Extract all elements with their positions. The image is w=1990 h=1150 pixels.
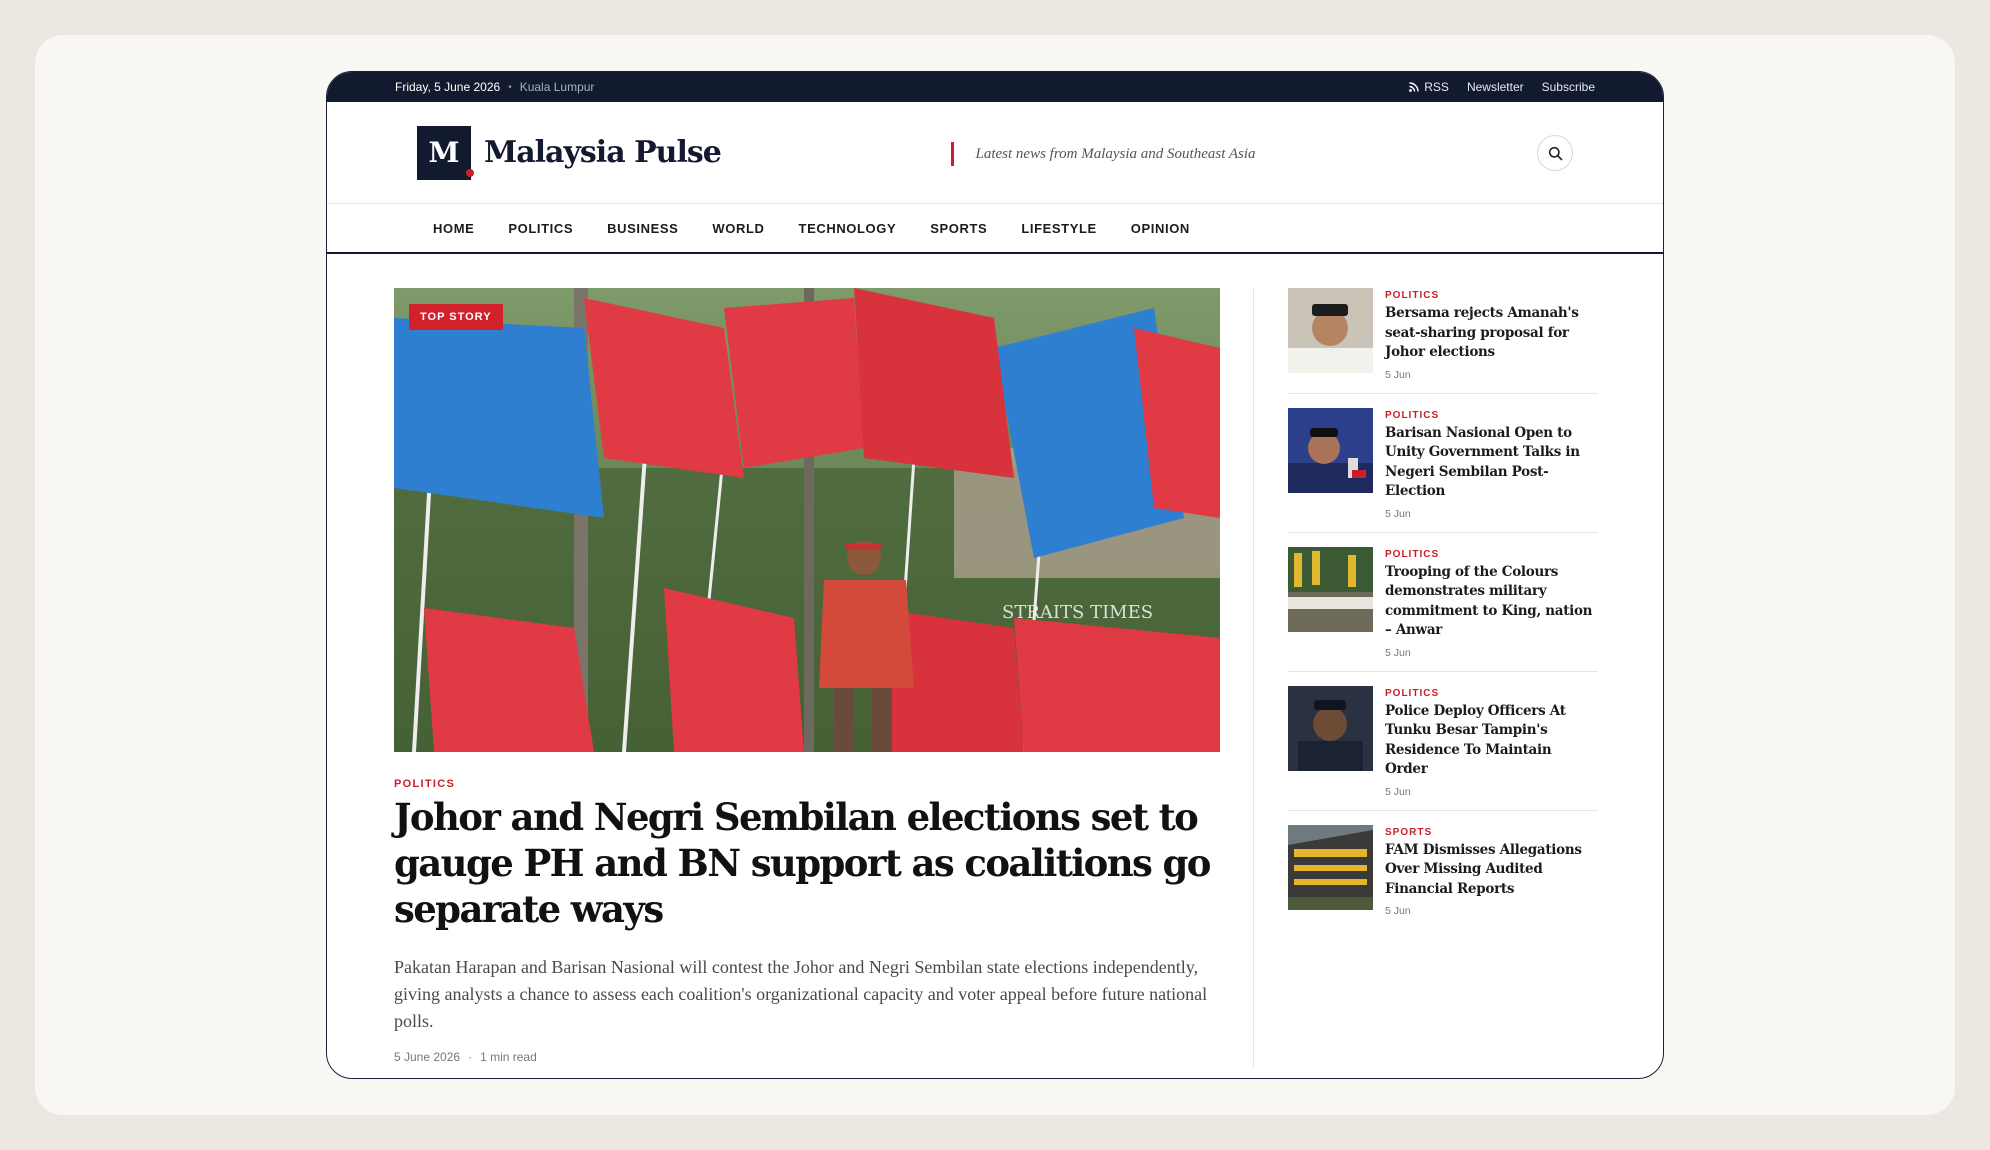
- tagline-accent-bar: [951, 142, 954, 166]
- current-date: Friday, 5 June 2026: [395, 80, 501, 94]
- brand-name[interactable]: Malaysia Pulse: [484, 135, 722, 170]
- photo-watermark: STRAITS TIMES: [1002, 602, 1153, 623]
- list-item[interactable]: SPORTS FAM Dismisses Allegations Over Mi…: [1288, 824, 1598, 930]
- subscribe-link[interactable]: Subscribe: [1542, 80, 1595, 94]
- nav-technology[interactable]: TECHNOLOGY: [799, 221, 897, 236]
- article-date: 5 Jun: [1385, 646, 1411, 659]
- tagline-text: Latest news from Malaysia and Southeast …: [975, 145, 1256, 162]
- article-date: 5 Jun: [1385, 507, 1411, 520]
- nav-business[interactable]: BUSINESS: [607, 221, 678, 236]
- article-title[interactable]: Police Deploy Officers At Tunku Besar Ta…: [1385, 702, 1598, 780]
- nav-lifestyle[interactable]: LIFESTYLE: [1021, 221, 1096, 236]
- search-button[interactable]: [1537, 135, 1573, 171]
- logo-mark[interactable]: M: [417, 125, 474, 180]
- hero-headline[interactable]: Johor and Negri Sembilan elections set t…: [394, 794, 1234, 932]
- rss-link[interactable]: RSS: [1409, 80, 1449, 94]
- sidebar-news-list: POLITICS Bersama rejects Amanah's seat-s…: [1288, 288, 1598, 943]
- masthead: M Malaysia Pulse Latest news from Malays…: [327, 102, 1663, 204]
- article-category: POLITICS: [1385, 409, 1440, 421]
- article-title[interactable]: Trooping of the Colours demonstrates mil…: [1385, 563, 1598, 641]
- article-category: SPORTS: [1385, 826, 1433, 838]
- hero-photo-flags: STRAITS TIMES: [394, 288, 1220, 752]
- meta-separator: ·: [468, 1050, 473, 1064]
- browser-frame: Friday, 5 June 2026 • Kuala Lumpur RSS N…: [326, 71, 1664, 1079]
- article-date: 5 Jun: [1385, 785, 1411, 798]
- hero-read-time: 1 min read: [480, 1050, 537, 1064]
- article-category: POLITICS: [1385, 548, 1440, 560]
- column-divider: [1253, 288, 1254, 1068]
- article-category: POLITICS: [1385, 290, 1440, 301]
- rss-label: RSS: [1424, 80, 1449, 94]
- newsletter-link[interactable]: Newsletter: [1467, 80, 1524, 94]
- article-thumbnail: [1288, 824, 1373, 910]
- logo-red-dot: [466, 168, 474, 177]
- logo-letter: M: [428, 136, 460, 169]
- main-nav: HOME POLITICS BUSINESS WORLD TECHNOLOGY …: [327, 204, 1663, 254]
- hero-category[interactable]: POLITICS: [394, 778, 455, 790]
- article-thumbnail: [1288, 407, 1373, 493]
- hero-date: 5 June 2026: [394, 1050, 461, 1064]
- rss-icon: [1409, 82, 1419, 92]
- tagline: Latest news from Malaysia and Southeast …: [951, 142, 1256, 166]
- top-story-badge: TOP STORY: [409, 304, 503, 330]
- separator-dot: •: [508, 81, 512, 93]
- list-item[interactable]: POLITICS Bersama rejects Amanah's seat-s…: [1288, 288, 1598, 394]
- article-date: 5 Jun: [1385, 368, 1411, 381]
- hero-meta: 5 June 2026 · 1 min read: [394, 1050, 537, 1064]
- location-label: Kuala Lumpur: [519, 80, 595, 94]
- nav-world[interactable]: WORLD: [712, 221, 764, 236]
- article-category: POLITICS: [1385, 687, 1440, 699]
- search-icon: [1548, 146, 1562, 160]
- nav-home[interactable]: HOME: [433, 221, 474, 236]
- nav-politics[interactable]: POLITICS: [508, 221, 573, 236]
- article-title[interactable]: Barisan Nasional Open to Unity Governmen…: [1385, 424, 1598, 502]
- article-thumbnail: [1288, 546, 1373, 632]
- article-thumbnail: [1288, 288, 1373, 373]
- nav-sports[interactable]: SPORTS: [930, 221, 987, 236]
- list-item[interactable]: POLITICS Trooping of the Colours demonst…: [1288, 546, 1598, 672]
- top-bar: Friday, 5 June 2026 • Kuala Lumpur RSS N…: [327, 72, 1663, 102]
- article-thumbnail: [1288, 685, 1373, 771]
- list-item[interactable]: POLITICS Police Deploy Officers At Tunku…: [1288, 685, 1598, 811]
- hero-image[interactable]: STRAITS TIMES TOP STORY: [394, 288, 1220, 752]
- article-title[interactable]: Bersama rejects Amanah's seat-sharing pr…: [1385, 304, 1598, 363]
- hero-summary: Pakatan Harapan and Barisan Nasional wil…: [394, 957, 1208, 1031]
- list-item[interactable]: POLITICS Barisan Nasional Open to Unity …: [1288, 407, 1598, 533]
- article-date: 5 Jun: [1385, 905, 1411, 917]
- nav-opinion[interactable]: OPINION: [1131, 221, 1190, 236]
- article-title[interactable]: FAM Dismisses Allegations Over Missing A…: [1385, 841, 1598, 900]
